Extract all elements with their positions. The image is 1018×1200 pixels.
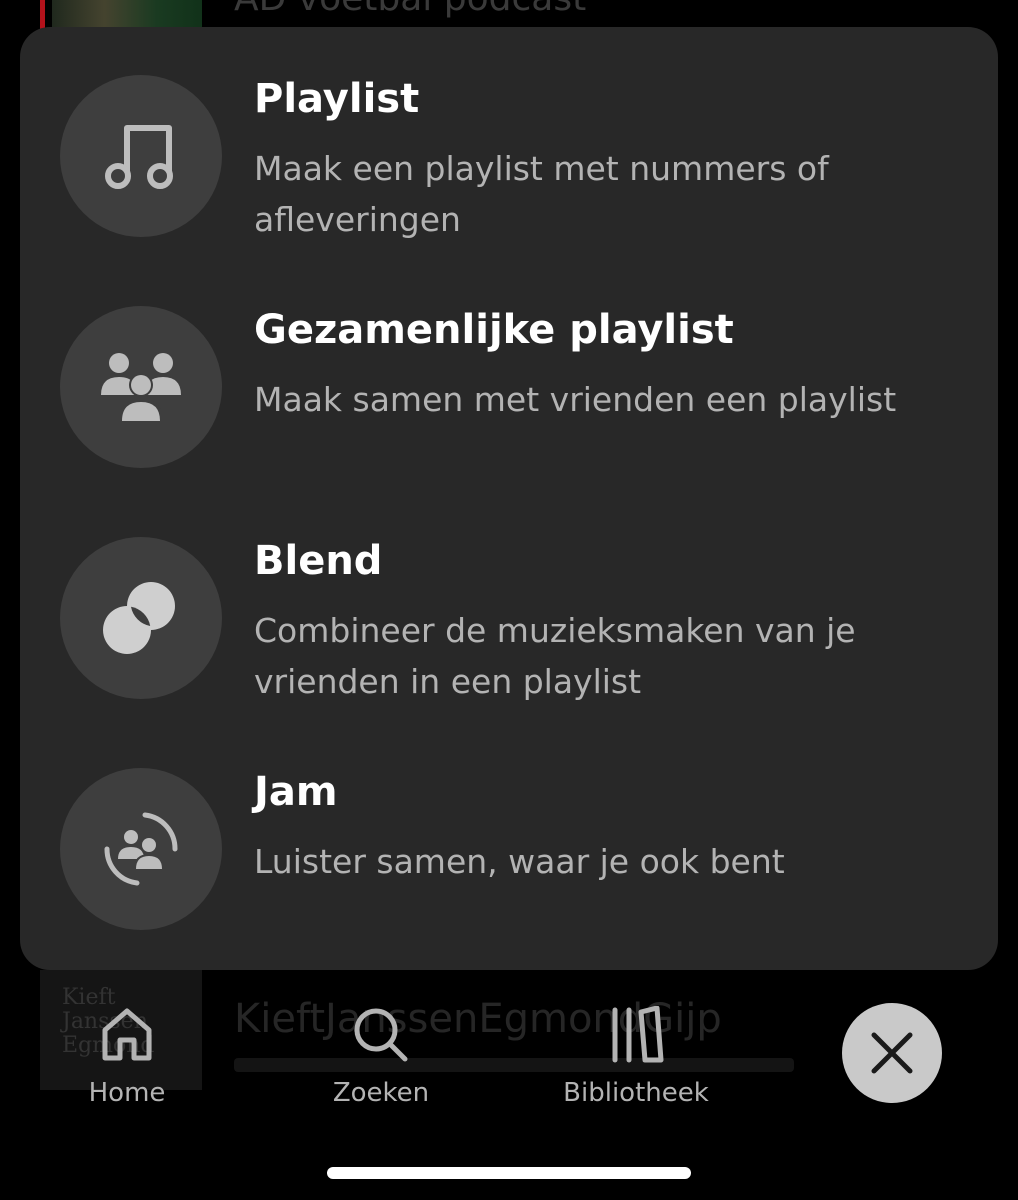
background-top-thumbnail [52,0,202,30]
close-button[interactable] [842,1003,942,1103]
close-icon [871,1032,913,1074]
background-top-title: AD voetbal podcast [234,0,586,19]
option-title: Gezamenlijke playlist [254,307,734,353]
home-indicator [327,1167,691,1179]
start-jam-option[interactable]: Jam Luister samen, waar je ook bent [60,768,960,933]
option-title: Jam [254,769,338,815]
option-description: Luister samen, waar je ook bent [254,842,785,881]
nav-library[interactable]: Bibliotheek [536,1000,736,1120]
background-accent-bar [40,0,45,30]
create-collaborative-playlist-option[interactable]: Gezamenlijke playlist Maak samen met vri… [60,306,960,471]
jam-icon [60,768,222,930]
people-group-icon [60,306,222,468]
search-icon [352,1006,410,1068]
nav-home[interactable]: Home [27,1000,227,1120]
library-icon [607,1005,665,1068]
option-title: Blend [254,538,383,584]
create-blend-option[interactable]: Blend Combineer de muzieksmaken van je v… [60,537,960,702]
music-note-icon [60,75,222,237]
nav-label: Home [88,1078,166,1108]
home-icon [99,1006,155,1066]
blend-circles-icon [60,537,222,699]
option-description: Maak een playlist met nummers of aflever… [254,149,829,239]
nav-label: Bibliotheek [563,1078,709,1108]
option-description: Combineer de muzieksmaken van je vriende… [254,611,856,701]
create-menu-sheet: Playlist Maak een playlist met nummers o… [20,27,998,970]
create-playlist-option[interactable]: Playlist Maak een playlist met nummers o… [60,75,960,240]
nav-label: Zoeken [332,1078,430,1108]
nav-search[interactable]: Zoeken [281,1000,481,1120]
option-description: Maak samen met vrienden een playlist [254,380,897,419]
option-title: Playlist [254,76,420,122]
